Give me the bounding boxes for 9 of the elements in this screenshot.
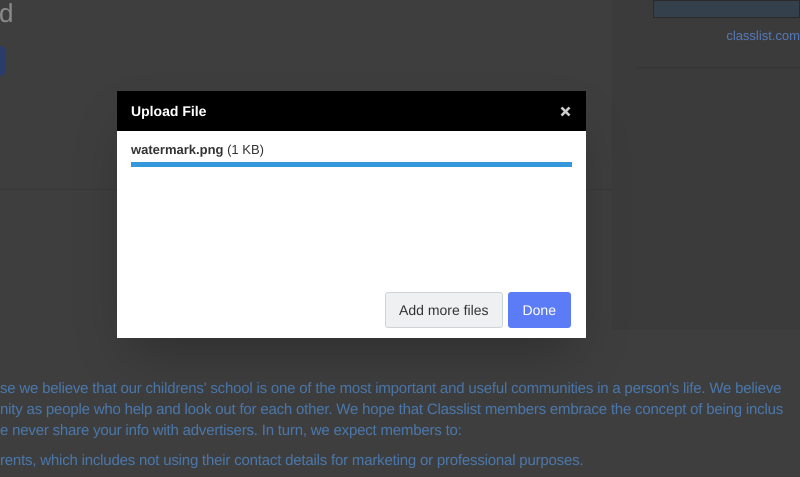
list-item-text: rents, which includes not using their contact details for marketing or professional purposes.	[0, 451, 584, 471]
add-files-button[interactable]: Add more files	[385, 292, 503, 328]
site-link[interactable]: classlist.com	[726, 26, 800, 46]
close-icon[interactable]	[560, 106, 571, 116]
page-heading: d	[0, 0, 14, 28]
dialog-title: Upload File	[131, 102, 206, 121]
paragraph: se we believe that our childrens' school is one of the most important and useful communities in a person's life. We believe nity as people who help and look out for each other. We hope that Classlist members embrace the concept of being inclus e never share your info with advertisers. In turn, we expect members to:	[0, 379, 784, 441]
file-name: watermark.png (1 KB)	[131, 142, 265, 158]
done-button[interactable]: Done	[508, 292, 571, 328]
